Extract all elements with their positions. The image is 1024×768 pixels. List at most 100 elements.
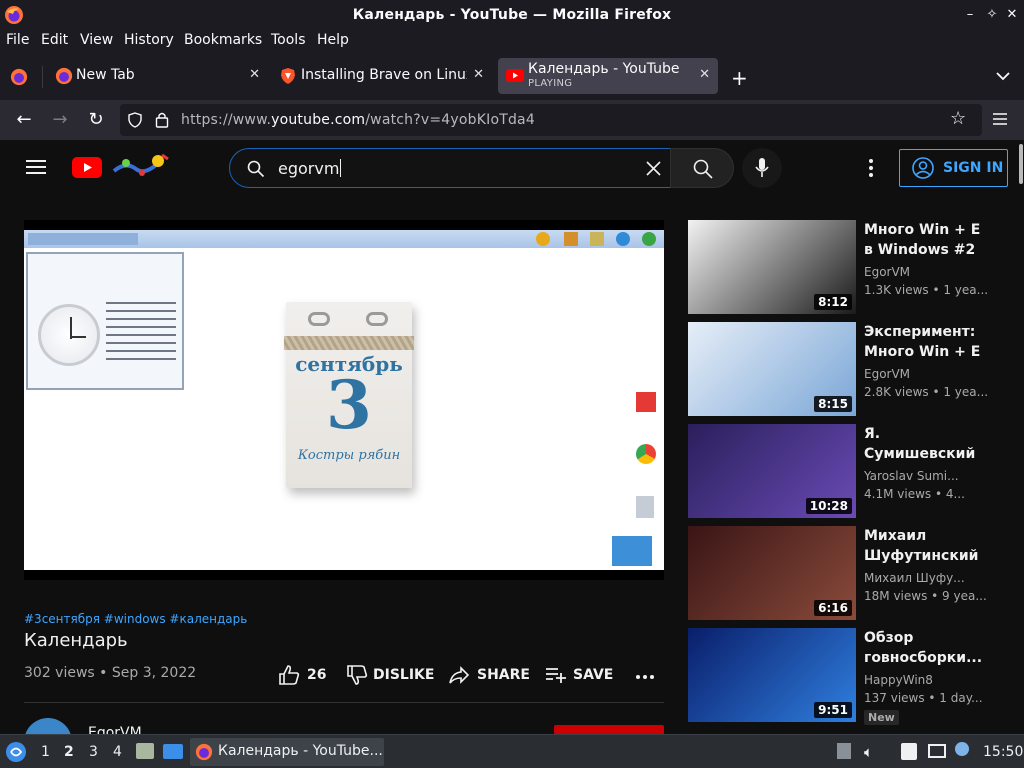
menu-view[interactable]: View: [80, 32, 113, 48]
recommended-channel[interactable]: Михаил Шуфу...: [864, 571, 988, 585]
list-all-tabs-chevron-icon[interactable]: [996, 71, 1010, 81]
application-launcher-icon[interactable]: [5, 741, 27, 763]
search-button[interactable]: [670, 148, 734, 188]
share-label: SHARE: [477, 667, 530, 683]
menu-tools[interactable]: Tools: [271, 32, 306, 48]
video-thumbnail[interactable]: 10:28: [688, 424, 856, 518]
notes-tray-icon[interactable]: [901, 743, 917, 760]
page-scrollbar[interactable]: [1018, 140, 1024, 734]
recommended-title[interactable]: Михаил Шуфутинский -...: [864, 526, 984, 566]
recommended-channel[interactable]: EgorVM: [864, 265, 988, 279]
dislike-button[interactable]: DISLIKE: [346, 664, 434, 686]
guide-menu-icon[interactable]: [26, 159, 46, 175]
hamburger-menu-icon[interactable]: [992, 112, 1008, 126]
minimize-icon[interactable]: –: [961, 6, 979, 24]
url-text[interactable]: https://www.youtube.com/watch?v=4yobKIoT…: [181, 112, 535, 128]
recommended-channel[interactable]: EgorVM: [864, 367, 988, 381]
video-thumbnail[interactable]: 8:15: [688, 322, 856, 416]
tab-youtube-calendar[interactable]: Календарь - YouTube PLAYING ✕: [498, 58, 718, 94]
maximize-icon[interactable]: ✧: [983, 6, 1001, 24]
more-horizontal-icon[interactable]: [636, 674, 654, 680]
lock-icon[interactable]: [155, 111, 169, 128]
recommended-video[interactable]: 8:12 Много Win + E в Windows #2 | 1... Ego…: [688, 220, 1018, 314]
menu-bookmarks[interactable]: Bookmarks: [184, 32, 262, 48]
save-button[interactable]: SAVE: [545, 664, 613, 686]
video-hashtags[interactable]: #3сентября #windows #календарь: [24, 612, 247, 626]
recommended-views: 1.3K views • 1 yea...: [864, 283, 988, 297]
voice-search-button[interactable]: [742, 148, 782, 188]
file-manager-icon[interactable]: [136, 743, 154, 759]
channel-avatar[interactable]: [24, 718, 72, 734]
clear-search-icon[interactable]: [646, 161, 661, 176]
reload-icon[interactable]: ↻: [85, 109, 107, 131]
video-channel-watermark-icon: [612, 536, 652, 566]
tab-new-tab[interactable]: New Tab ✕: [50, 58, 268, 94]
video-duration: 8:12: [814, 294, 852, 310]
close-tab-icon[interactable]: ✕: [473, 67, 484, 82]
recommended-video[interactable]: 10:28 Я. Сумишевский - Спокойной... Yarosl…: [688, 424, 1018, 518]
search-box[interactable]: egorvm: [229, 148, 671, 188]
close-tab-icon[interactable]: ✕: [699, 67, 710, 82]
video-analog-clock: [38, 304, 100, 366]
recommended-video[interactable]: 9:51 Обзор говносборки... HappyWin8 137 vie…: [688, 628, 1018, 725]
close-tab-icon[interactable]: ✕: [249, 67, 260, 82]
video-player[interactable]: сентябрь 3 Костры рябин: [24, 220, 664, 580]
more-vertical-icon[interactable]: [868, 159, 874, 177]
menu-history[interactable]: History: [124, 32, 174, 48]
menu-help[interactable]: Help: [317, 32, 349, 48]
recommended-title[interactable]: Много Win + E в Windows #2 | 1...: [864, 220, 984, 260]
workspace-1[interactable]: 1: [41, 744, 50, 760]
sign-in-button[interactable]: SIGN IN: [899, 149, 1008, 187]
calendar-day: 3: [326, 366, 372, 444]
workspace-3[interactable]: 3: [89, 744, 98, 760]
recommended-video[interactable]: 8:15 Эксперимент: Много Win + E ... EgorVM…: [688, 322, 1018, 416]
url-bar[interactable]: https://www.youtube.com/watch?v=4yobKIoT…: [120, 104, 982, 136]
firefox-view-icon[interactable]: [10, 68, 28, 86]
workspace-2[interactable]: 2: [64, 744, 74, 760]
video-chrome-icon: [536, 232, 550, 246]
forward-arrow-icon[interactable]: →: [49, 109, 71, 131]
desktop-taskbar: 1 2 3 4 Календарь - YouTube... 🔈︎ 15:50: [0, 734, 1024, 768]
shield-icon[interactable]: [127, 112, 143, 128]
tear-off-calendar-page: сентябрь 3 Костры рябин: [284, 302, 414, 488]
clipboard-tray-icon[interactable]: [837, 743, 851, 759]
microphone-icon: [755, 158, 769, 177]
scrollbar-thumb[interactable]: [1019, 144, 1023, 184]
video-duration: 8:15: [814, 396, 852, 412]
video-thumbnail[interactable]: 9:51: [688, 628, 856, 722]
recommended-channel[interactable]: HappyWin8: [864, 673, 988, 687]
tab-installing-brave[interactable]: Installing Brave on Linux ✕: [276, 58, 492, 94]
bookmark-star-icon[interactable]: ☆: [950, 108, 966, 129]
update-tray-icon[interactable]: [955, 742, 969, 756]
channel-name[interactable]: EgorVM: [88, 725, 142, 734]
close-window-icon[interactable]: ✕: [1003, 6, 1021, 24]
video-duration: 6:16: [814, 600, 852, 616]
youtube-icon: [506, 69, 524, 82]
youtube-logo-icon[interactable]: [72, 157, 102, 178]
volume-icon[interactable]: 🔈︎: [864, 743, 873, 761]
recommended-views: 2.8K views • 1 yea...: [864, 385, 988, 399]
video-desktop-taskbar: [24, 230, 664, 248]
recommended-title[interactable]: Я. Сумишевский - Спокойной...: [864, 424, 984, 464]
share-button[interactable]: SHARE: [448, 664, 530, 686]
video-thumbnail[interactable]: 8:12: [688, 220, 856, 314]
subscribe-button[interactable]: [554, 725, 664, 734]
search-input[interactable]: egorvm: [278, 159, 341, 178]
recommended-channel[interactable]: Yaroslav Sumi...: [864, 469, 988, 483]
show-desktop-icon[interactable]: [163, 744, 183, 759]
recommended-title[interactable]: Эксперимент: Много Win + E ...: [864, 322, 984, 362]
video-thumbnail[interactable]: 6:16: [688, 526, 856, 620]
doodle-logo-icon[interactable]: [112, 153, 170, 179]
account-icon: [912, 157, 934, 179]
network-tray-icon[interactable]: [928, 744, 946, 758]
new-tab-plus-icon[interactable]: +: [731, 66, 748, 90]
menu-edit[interactable]: Edit: [41, 32, 68, 48]
recommended-video[interactable]: 6:16 Михаил Шуфутинский -... Михаил Шуфу..…: [688, 526, 1018, 620]
recommended-title[interactable]: Обзор говносборки...: [864, 628, 984, 668]
workspace-4[interactable]: 4: [113, 744, 122, 760]
like-button[interactable]: 26: [278, 664, 328, 686]
back-arrow-icon[interactable]: ←: [13, 109, 35, 131]
url-prefix: https://www.: [181, 112, 272, 128]
task-firefox-window[interactable]: Календарь - YouTube...: [190, 738, 384, 766]
menu-file[interactable]: File: [6, 32, 29, 48]
